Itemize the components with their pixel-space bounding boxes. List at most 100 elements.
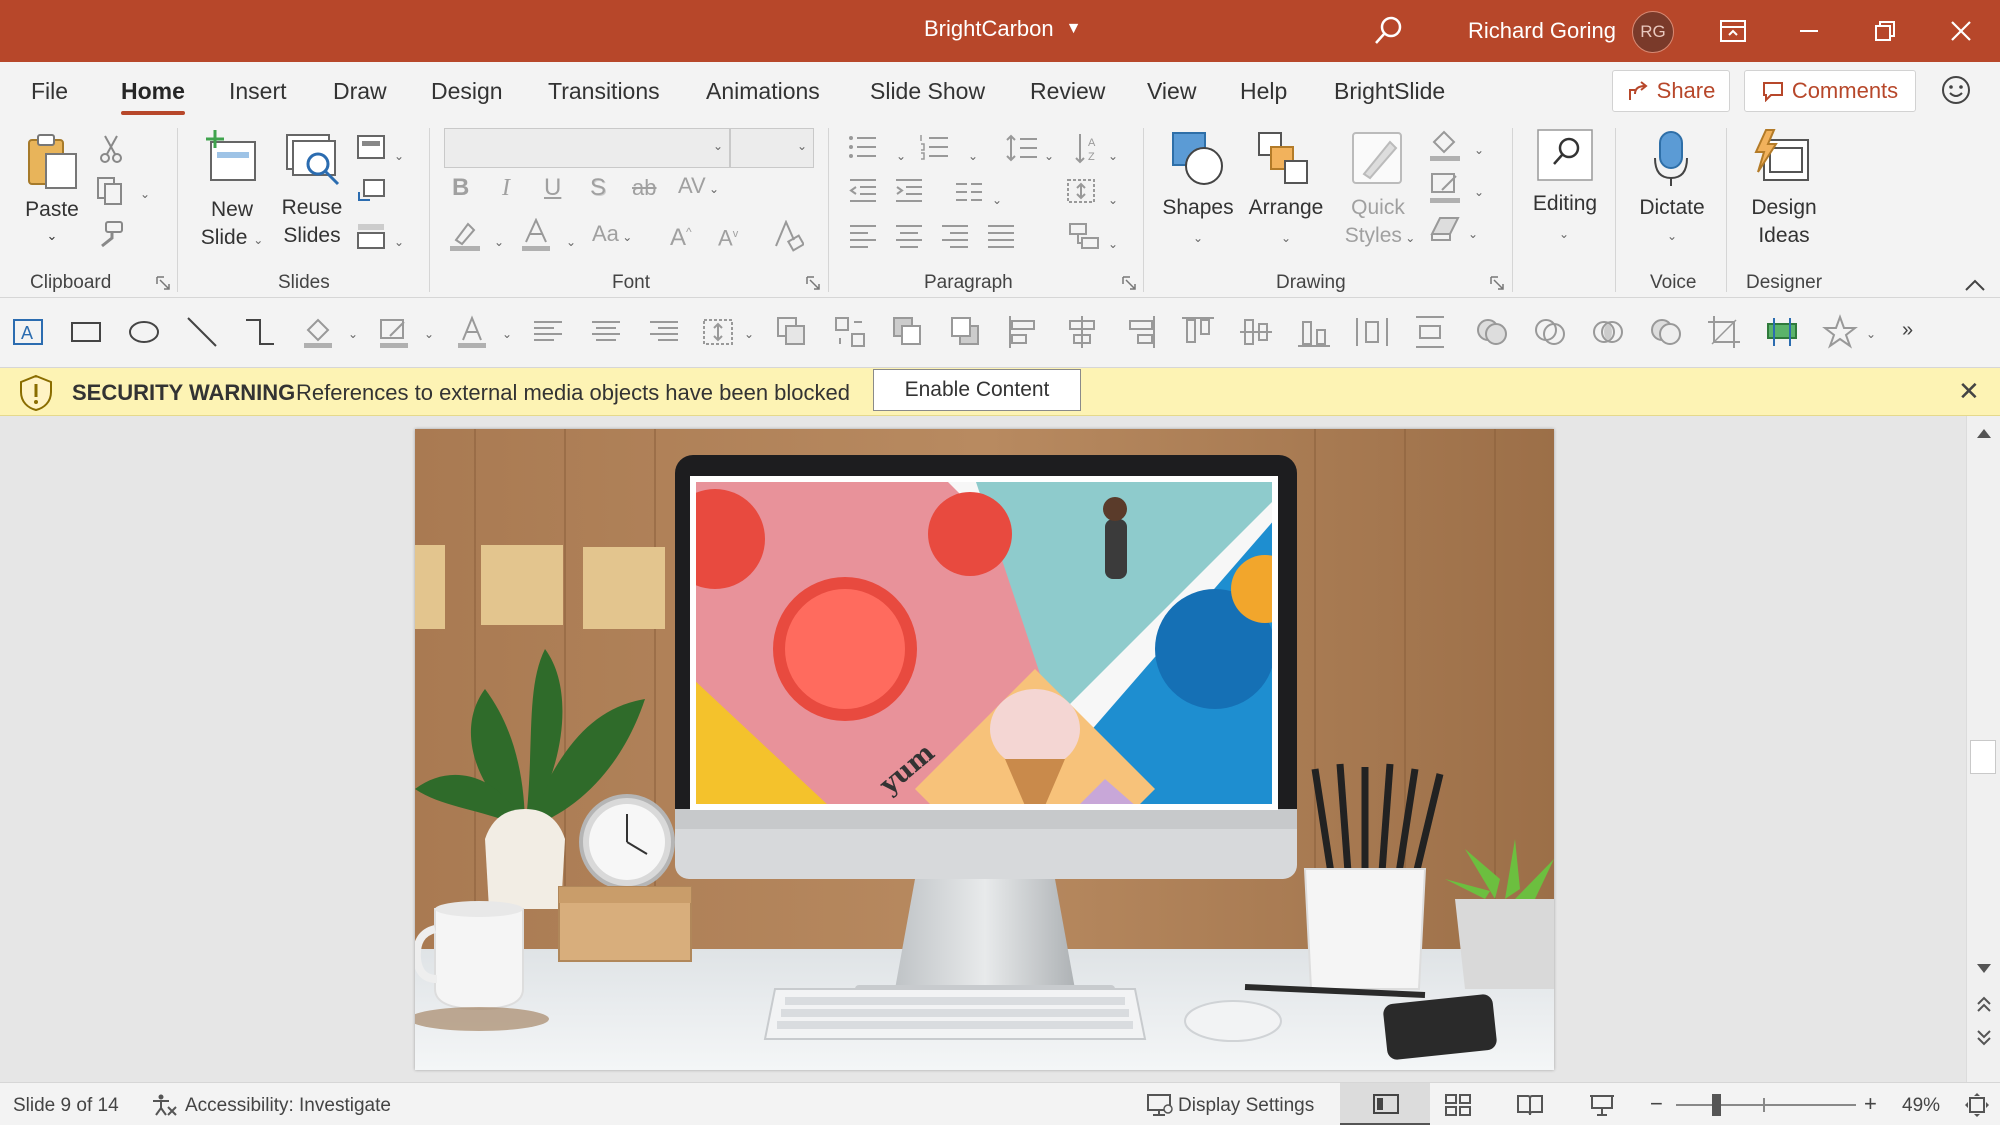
align-objects-center-icon[interactable]	[1064, 314, 1100, 350]
tab-animations[interactable]: Animations	[706, 78, 820, 105]
design-ideas-label-1[interactable]: Design	[1742, 194, 1826, 222]
quick-styles-label-1[interactable]: Quick	[1338, 194, 1418, 222]
zoom-slider-thumb[interactable]	[1712, 1094, 1721, 1116]
tab-insert[interactable]: Insert	[229, 78, 287, 105]
align-right-icon[interactable]	[940, 224, 970, 248]
next-slide-icon[interactable]	[1975, 1028, 1993, 1046]
comments-button[interactable]: Comments	[1744, 70, 1916, 112]
normal-view-button[interactable]	[1340, 1083, 1430, 1125]
align-objects-middle-icon[interactable]	[1238, 314, 1274, 350]
shapes-label[interactable]: Shapes	[1160, 194, 1236, 222]
font-color-icon[interactable]	[520, 218, 552, 252]
align-left-icon[interactable]	[530, 314, 566, 350]
slide-counter[interactable]: Slide 9 of 14	[13, 1095, 119, 1117]
align-middle-dropdown[interactable]: ⌄	[744, 320, 754, 348]
merge-fragment-icon[interactable]	[1648, 314, 1684, 350]
send-backward-icon[interactable]	[948, 314, 984, 350]
smartart-dropdown[interactable]: ⌄	[1108, 230, 1118, 258]
user-name[interactable]: Richard Goring	[1468, 18, 1616, 44]
minimize-button[interactable]	[1774, 0, 1844, 62]
paste-icon[interactable]	[26, 132, 80, 190]
distribute-horizontal-icon[interactable]	[1354, 314, 1390, 350]
text-shadow-button[interactable]: S	[590, 174, 606, 202]
paste-button[interactable]: Paste	[24, 196, 80, 224]
layout-icon[interactable]	[356, 134, 386, 160]
align-objects-top-icon[interactable]	[1180, 314, 1216, 350]
dialog-launcher-icon[interactable]	[806, 276, 820, 290]
grow-font-button[interactable]: A^	[670, 218, 692, 252]
previous-slide-icon[interactable]	[1975, 996, 1993, 1014]
smartart-icon[interactable]	[1068, 222, 1100, 250]
dialog-launcher-icon[interactable]	[1490, 276, 1504, 290]
editing-search-icon[interactable]	[1536, 128, 1594, 182]
oval-icon[interactable]	[126, 314, 162, 350]
slide-9[interactable]: yum	[415, 429, 1554, 1070]
align-text-icon[interactable]	[1066, 176, 1100, 206]
layout-dropdown[interactable]: ⌄	[394, 142, 404, 170]
shape-effects-dropdown[interactable]: ⌄	[1468, 220, 1478, 248]
align-center-icon[interactable]	[894, 224, 924, 248]
dictate-dropdown[interactable]: ⌄	[1662, 222, 1682, 250]
merge-intersect-icon[interactable]	[1590, 314, 1626, 350]
outline-dropdown[interactable]: ⌄	[424, 320, 434, 348]
italic-button[interactable]: I	[502, 174, 510, 202]
tab-file[interactable]: File	[31, 78, 68, 105]
document-title-menu[interactable]: BrightCarbon ▼	[924, 16, 1081, 42]
shape-outline-dropdown[interactable]: ⌄	[1474, 178, 1484, 206]
align-left-icon[interactable]	[848, 224, 878, 248]
slide-image[interactable]: yum	[415, 429, 1554, 1070]
slide-show-icon[interactable]	[1588, 1093, 1616, 1117]
microphone-icon[interactable]	[1652, 130, 1690, 188]
highlight-dropdown[interactable]: ⌄	[494, 228, 504, 256]
feedback-smiley-icon[interactable]	[1940, 74, 1972, 106]
elbow-connector-icon[interactable]	[242, 314, 278, 350]
group-icon[interactable]	[774, 314, 810, 350]
numbering-icon[interactable]	[920, 134, 950, 160]
crop-icon[interactable]	[1706, 314, 1742, 350]
accessibility-status[interactable]: Accessibility: Investigate	[185, 1095, 391, 1117]
arrange-dropdown[interactable]: ⌄	[1276, 224, 1296, 252]
shape-fill-icon[interactable]	[1428, 128, 1462, 162]
bullets-dropdown[interactable]: ⌄	[896, 142, 906, 170]
align-right-icon[interactable]	[646, 314, 682, 350]
align-objects-left-icon[interactable]	[1006, 314, 1042, 350]
shape-outline-icon[interactable]	[1428, 170, 1462, 204]
star-dropdown[interactable]: ⌄	[1866, 320, 1876, 348]
close-warning-icon[interactable]: ✕	[1958, 376, 1980, 407]
more-options-icon[interactable]: »	[1902, 316, 1913, 344]
line-spacing-dropdown[interactable]: ⌄	[1044, 142, 1054, 170]
decrease-indent-icon[interactable]	[848, 178, 878, 204]
copy-icon[interactable]	[96, 176, 124, 206]
brightslide-align-icon[interactable]	[1764, 314, 1800, 350]
zoom-level[interactable]: 49%	[1902, 1095, 1940, 1117]
ribbon-display-options-button[interactable]	[1698, 0, 1768, 62]
avatar[interactable]: RG	[1632, 11, 1674, 53]
zoom-in-icon[interactable]: +	[1864, 1091, 1877, 1117]
reset-slide-icon[interactable]	[356, 178, 386, 204]
align-objects-right-icon[interactable]	[1122, 314, 1158, 350]
arrange-icon[interactable]	[1256, 130, 1312, 188]
highlight-icon[interactable]	[448, 218, 482, 252]
shape-fill-icon[interactable]	[300, 314, 336, 350]
ungroup-icon[interactable]	[832, 314, 868, 350]
dictate-button[interactable]: Dictate	[1632, 194, 1712, 222]
close-button[interactable]	[1926, 0, 1996, 62]
slide-canvas[interactable]: yum	[0, 416, 1966, 1082]
arrange-label[interactable]: Arrange	[1244, 194, 1328, 222]
font-color-icon[interactable]	[454, 314, 490, 350]
tab-slide-show[interactable]: Slide Show	[870, 78, 985, 105]
design-ideas-icon[interactable]	[1752, 128, 1812, 186]
shapes-dropdown[interactable]: ⌄	[1188, 224, 1208, 252]
design-ideas-label-2[interactable]: Ideas	[1742, 222, 1826, 250]
merge-union-icon[interactable]	[1474, 314, 1510, 350]
dialog-launcher-icon[interactable]	[156, 276, 170, 290]
cut-icon[interactable]	[98, 134, 124, 164]
paste-dropdown[interactable]: ⌄	[42, 222, 62, 250]
color-dropdown[interactable]: ⌄	[502, 320, 512, 348]
rectangle-icon[interactable]	[68, 314, 104, 350]
merge-combine-icon[interactable]	[1532, 314, 1568, 350]
new-slide-icon[interactable]	[203, 128, 259, 186]
align-middle-icon[interactable]	[700, 314, 736, 350]
format-painter-icon[interactable]	[96, 220, 126, 250]
zoom-out-icon[interactable]: −	[1650, 1091, 1663, 1117]
